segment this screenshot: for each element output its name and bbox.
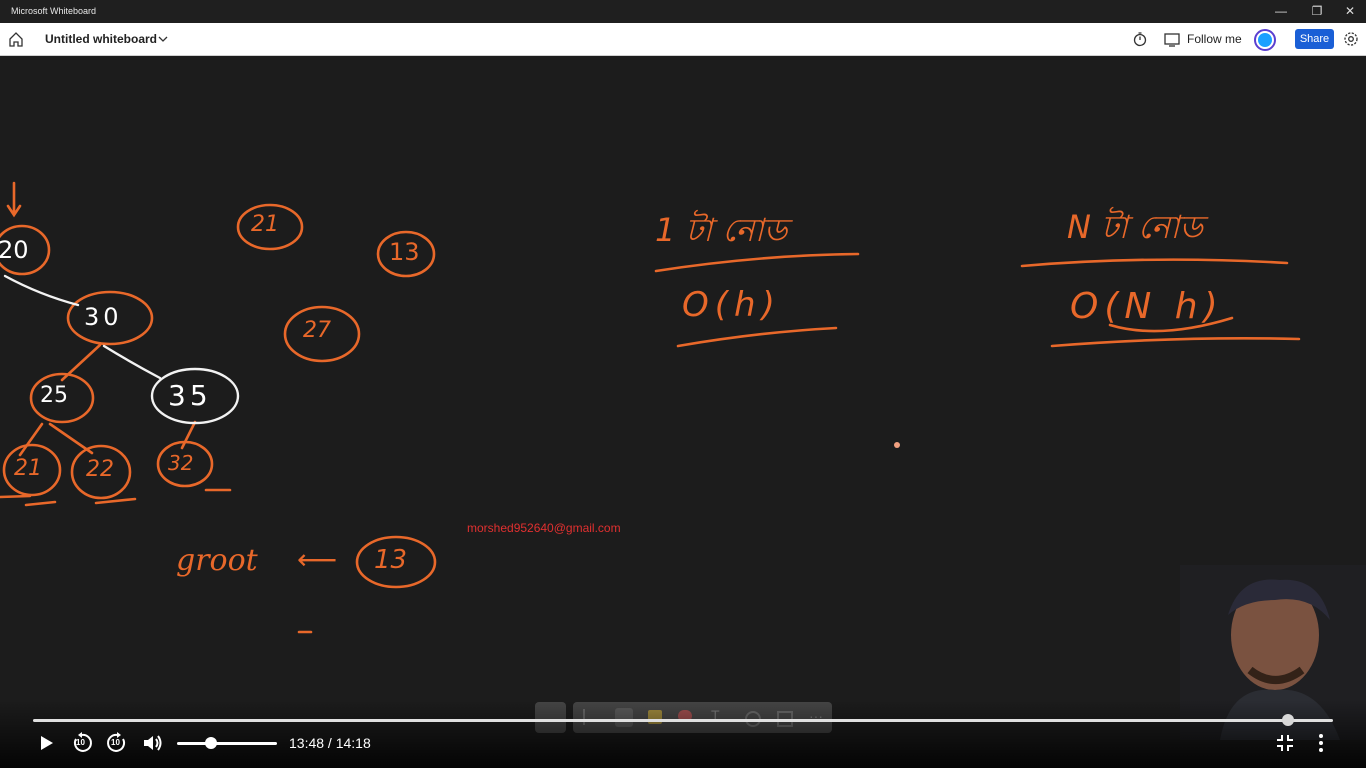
tree-node-label: 25	[40, 383, 68, 408]
left-heading: 1 টা নোড	[655, 211, 788, 249]
tree-node-label: 22	[86, 457, 114, 482]
tree-node-label: 30	[84, 303, 123, 331]
root-node-label: 13	[374, 545, 408, 575]
right-heading: N টা নোড	[1067, 208, 1203, 246]
underline-stroke	[0, 488, 313, 634]
forward-label: 10	[111, 738, 120, 747]
time-display: 13:48 / 14:18	[289, 735, 371, 751]
progress-bar[interactable]	[33, 719, 1333, 722]
tree-edge	[3, 274, 80, 307]
root-text: groot	[176, 543, 258, 578]
underline-stroke	[1050, 337, 1301, 348]
volume-icon[interactable]	[141, 731, 165, 755]
exit-fullscreen-icon[interactable]	[1273, 731, 1297, 755]
tree-node-label: 35	[168, 379, 212, 412]
email-watermark: morshed952640@gmail.com	[467, 521, 621, 535]
tree-edge	[102, 344, 162, 380]
floating-node-label: 27	[303, 318, 331, 343]
underline-stroke	[1020, 258, 1289, 268]
rewind-10-icon[interactable]: 10	[70, 731, 94, 755]
play-icon[interactable]	[34, 731, 58, 755]
progress-knob[interactable]	[1281, 714, 1294, 726]
right-complexity: O(N h)	[1070, 286, 1224, 327]
tree-node-label: 21	[14, 456, 42, 481]
root-arrow: ⟵	[297, 543, 338, 576]
arrow-stroke	[6, 181, 22, 218]
tree-node-label: 20	[0, 236, 29, 264]
floating-node-label: 13	[389, 238, 420, 266]
left-complexity: O(h)	[682, 285, 781, 325]
pointer-dot	[894, 442, 900, 448]
player-controls	[0, 700, 1366, 768]
rewind-label: 10	[76, 738, 85, 747]
tree-node-label: 32	[168, 451, 194, 475]
volume-slider[interactable]	[177, 742, 277, 745]
more-options-icon[interactable]	[1309, 731, 1333, 755]
floating-node-label: 21	[251, 212, 279, 237]
volume-knob[interactable]	[205, 737, 217, 749]
forward-10-icon[interactable]: 10	[105, 731, 129, 755]
underline-stroke	[676, 326, 838, 348]
